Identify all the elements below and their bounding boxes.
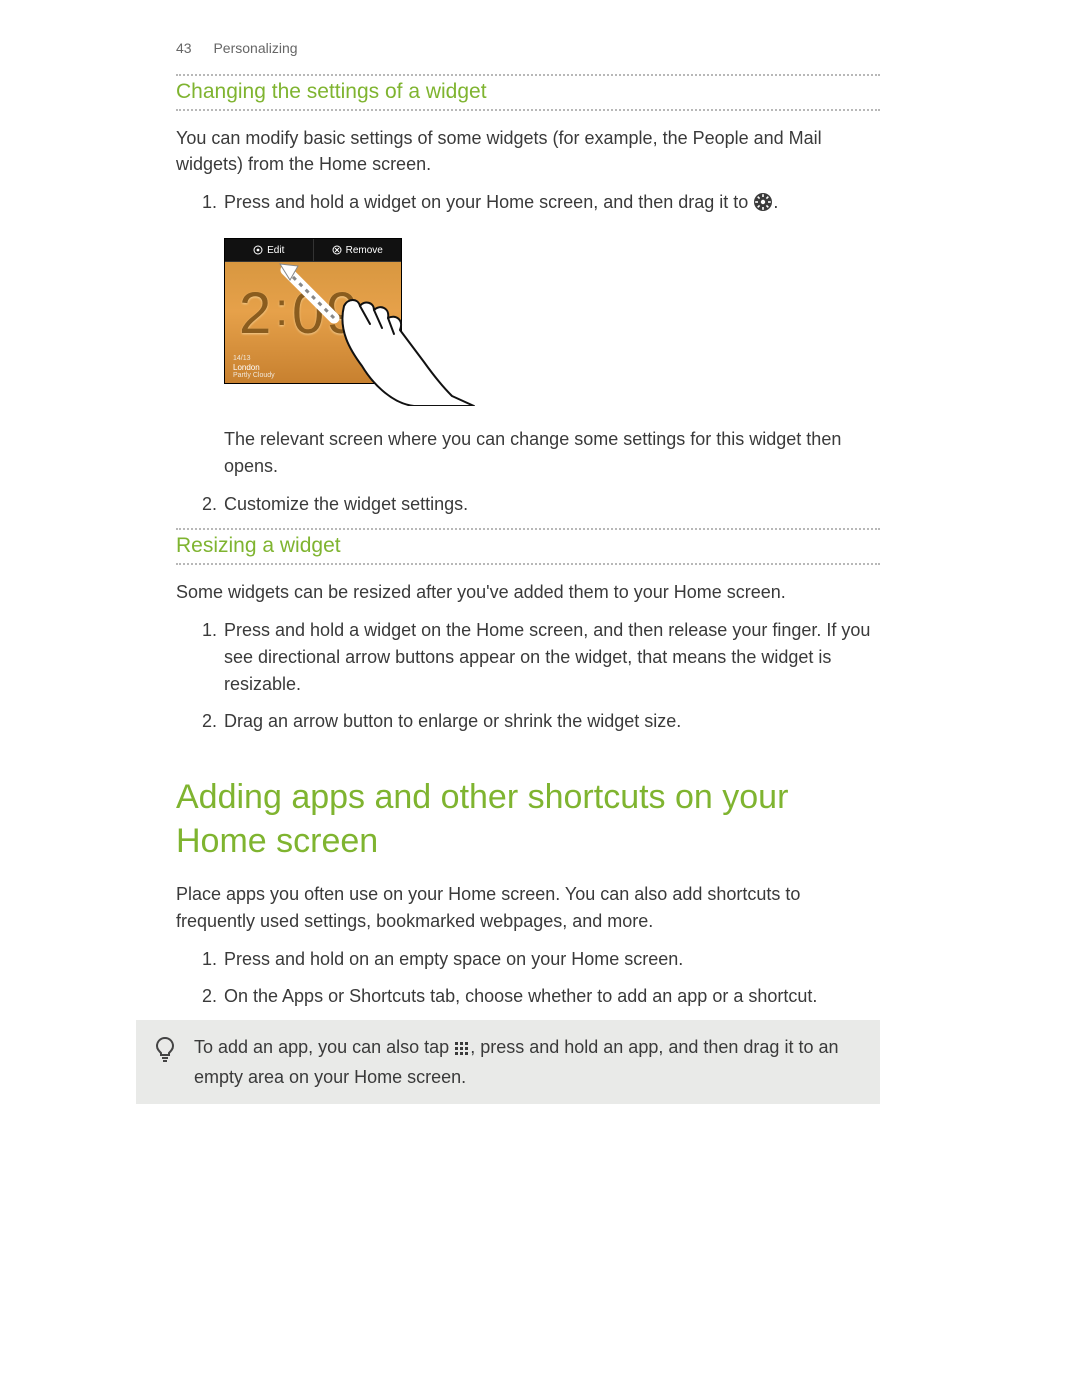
widget-area: 2:09 14/13 London Partly Cloudy 9° / 4° (225, 262, 401, 384)
clock-time: 2:09 (239, 270, 361, 357)
section2-step2: Drag an arrow button to enlarge or shrin… (222, 708, 880, 735)
section-title-adding-apps: Adding apps and other shortcuts on your … (176, 775, 880, 863)
section1-step2: Customize the widget settings. (222, 491, 880, 518)
section-title-resizing: Resizing a widget (176, 528, 880, 565)
condition: Partly Cloudy (233, 372, 275, 380)
section1-intro: You can modify basic settings of some wi… (176, 125, 880, 177)
section1-step1: Press and hold a widget on your Home scr… (222, 189, 880, 478)
section3-intro: Place apps you often use on your Home sc… (176, 881, 880, 933)
tip-box: To add an app, you can also tap , press … (136, 1020, 880, 1104)
section2-intro: Some widgets can be resized after you've… (176, 579, 880, 605)
location-block: 14/13 London Partly Cloudy (233, 355, 275, 380)
close-icon (332, 245, 342, 255)
gear-target-icon (753, 192, 773, 220)
phone-frame: Edit Remove 2:09 14 (224, 238, 402, 384)
date: 14/13 (233, 355, 275, 363)
temperature: 9° / 4° (368, 365, 393, 379)
app-grid-icon (454, 1038, 470, 1064)
phone-toolbar: Edit Remove (225, 239, 401, 262)
edit-label: Edit (267, 243, 284, 258)
section2-step1: Press and hold a widget on the Home scre… (222, 617, 880, 698)
page-number: 43 (176, 40, 192, 56)
clock-m: 09 (292, 281, 361, 346)
city: London (233, 363, 275, 372)
lightbulb-icon (154, 1034, 176, 1072)
section1-step1-followup: The relevant screen where you can change… (224, 426, 880, 478)
tip-text: To add an app, you can also tap , press … (194, 1034, 862, 1090)
tip-pre: To add an app, you can also tap (194, 1037, 454, 1057)
page-header: 43 Personalizing (176, 40, 880, 56)
clock-h: 2 (239, 281, 273, 346)
step1-post: . (773, 192, 778, 212)
clock-colon: : (273, 283, 292, 335)
section3-steps: Press and hold on an empty space on your… (176, 946, 880, 1010)
widget-drag-illustration: Edit Remove 2:09 14 (224, 238, 474, 408)
toolbar-remove: Remove (314, 239, 402, 261)
manual-page: 43 Personalizing Changing the settings o… (0, 0, 1080, 1397)
section3-step2: On the Apps or Shortcuts tab, choose whe… (222, 983, 880, 1010)
toolbar-edit: Edit (225, 239, 314, 261)
gear-icon (253, 245, 263, 255)
remove-label: Remove (346, 243, 383, 258)
section3-step1: Press and hold on an empty space on your… (222, 946, 880, 973)
section-title-changing-settings: Changing the settings of a widget (176, 74, 880, 111)
chapter-title: Personalizing (213, 40, 297, 56)
section2-steps: Press and hold a widget on the Home scre… (176, 617, 880, 735)
step1-pre: Press and hold a widget on your Home scr… (224, 192, 753, 212)
section1-steps: Press and hold a widget on your Home scr… (176, 189, 880, 517)
